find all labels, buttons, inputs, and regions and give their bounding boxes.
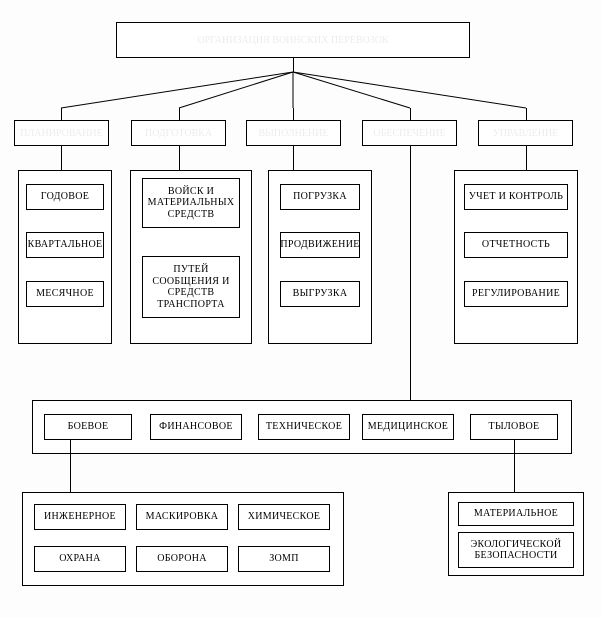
cell-troops: ВОЙСК И МАТЕРИАЛЬНЫХ СРЕДСТВ [142,178,240,228]
cell-engineer: ИНЖЕНЕРНОЕ [34,504,126,530]
cell-defense: ОБОРОНА [136,546,228,572]
cell-report: ОТЧЕТНОСТЬ [464,232,568,258]
cell-medical: МЕДИЦИНСКОЕ [362,414,454,440]
root-label: ОРГАНИЗАЦИЯ ВОИНСКИХ ПЕРЕВОЗОК [197,35,388,46]
cell-combat: БОЕВОЕ [44,414,132,440]
cell-account: УЧЕТ И КОНТРОЛЬ [464,184,568,210]
cat-preparation: ПОДГОТОВКА [131,120,226,146]
cat-planning: ПЛАНИРОВАНИЕ [14,120,109,146]
cell-quarterly: КВАРТАЛЬНОЕ [26,232,104,258]
diagram-canvas: ОРГАНИЗАЦИЯ ВОИНСКИХ ПЕРЕВОЗОК ПЛАНИРОВА… [0,0,601,618]
cat-label: ОБЕСПЕЧЕНИЕ [373,128,445,139]
cell-yearly: ГОДОВОЕ [26,184,104,210]
cell-chemical: ХИМИЧЕСКОЕ [238,504,330,530]
cell-financial: ФИНАНСОВОЕ [150,414,242,440]
fan-connector [0,58,601,120]
cell-rear: ТЫЛОВОЕ [470,414,558,440]
cat-label: ВЫПОЛНЕНИЕ [259,128,329,139]
cat-label: ПЛАНИРОВАНИЕ [20,128,102,139]
cell-guard: ОХРАНА [34,546,126,572]
cat-label: УПРАВЛЕНИЕ [493,128,559,139]
cell-movement: ПРОДВИЖЕНИЕ [280,232,360,258]
cat-management: УПРАВЛЕНИЕ [478,120,573,146]
cat-execution: ВЫПОЛНЕНИЕ [246,120,341,146]
cell-zomp: ЗОМП [238,546,330,572]
cell-routes: ПУТЕЙ СООБЩЕНИЯ И СРЕДСТВ ТРАНСПОРТА [142,256,240,318]
cat-label: ПОДГОТОВКА [145,128,212,139]
cell-ecological: ЭКОЛОГИЧЕСКОЙ БЕЗОПАСНОСТИ [458,532,574,568]
cell-camouflage: МАСКИРОВКА [136,504,228,530]
cat-support: ОБЕСПЕЧЕНИЕ [362,120,457,146]
root-box: ОРГАНИЗАЦИЯ ВОИНСКИХ ПЕРЕВОЗОК [116,22,470,58]
cell-unloading: ВЫГРУЗКА [280,281,360,307]
cell-technical: ТЕХНИЧЕСКОЕ [258,414,350,440]
cell-regulate: РЕГУЛИРОВАНИЕ [464,281,568,307]
cell-material: МАТЕРИАЛЬНОЕ [458,502,574,526]
cell-monthly: МЕСЯЧНОЕ [26,281,104,307]
cell-loading: ПОГРУЗКА [280,184,360,210]
